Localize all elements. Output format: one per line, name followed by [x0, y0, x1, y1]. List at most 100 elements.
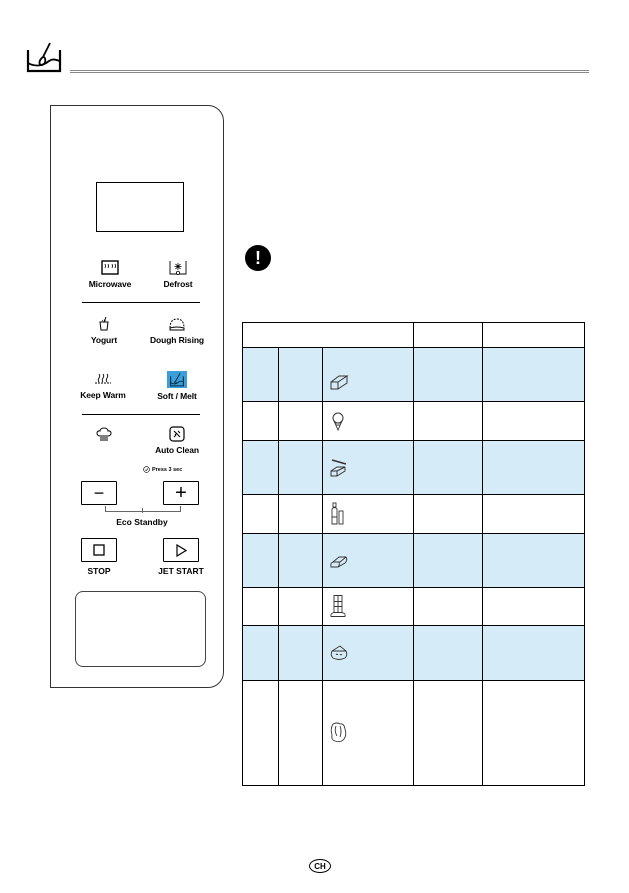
- table-cell: [242, 587, 279, 626]
- cheese-icon: [330, 645, 348, 660]
- table-row: [242, 625, 585, 681]
- table-cell: [278, 401, 323, 441]
- defrost-label: Defrost: [163, 279, 193, 289]
- table-cell: [482, 347, 585, 402]
- jet-start-label: JET START: [158, 566, 204, 576]
- table-cell: [482, 494, 585, 534]
- plus-button[interactable]: +: [163, 481, 199, 505]
- table-row: [242, 680, 585, 786]
- keep-warm-icon: [95, 373, 111, 384]
- table-cell: [413, 440, 483, 495]
- table-cell: [278, 533, 323, 588]
- table-cell: [242, 533, 279, 588]
- table-cell: [322, 347, 414, 402]
- table-cell: [413, 587, 483, 626]
- table-cell: [242, 625, 279, 681]
- yogurt-label: Yogurt: [90, 335, 118, 345]
- soft-melt-label: Soft / Melt: [157, 391, 197, 401]
- eco-standby-bracket: [105, 506, 181, 512]
- soft-melt-icon: [167, 371, 187, 388]
- dough-icon: [169, 318, 185, 331]
- minus-button[interactable]: −: [81, 481, 117, 505]
- header-rule: [70, 70, 589, 73]
- table-cell: [413, 680, 483, 786]
- yogurt-button[interactable]: Yogurt: [64, 316, 144, 345]
- table-cell: [482, 680, 585, 786]
- info-card-area: [75, 591, 206, 667]
- stop-label: STOP: [87, 566, 111, 576]
- table-cell: [322, 494, 414, 534]
- table-row: [242, 440, 585, 495]
- keep-warm-button[interactable]: Keep Warm: [63, 371, 143, 400]
- microwave-icon: [101, 260, 119, 275]
- table-cell: [322, 401, 414, 441]
- press-hint-text: Press 3 sec: [152, 466, 183, 473]
- marshmallow-icon: [330, 722, 347, 743]
- display-screen: [96, 182, 184, 232]
- soft-melt-icon: [26, 42, 62, 73]
- auto-clean-button[interactable]: Auto Clean: [137, 426, 217, 455]
- table-cell: [482, 401, 585, 441]
- stop-button[interactable]: [81, 538, 117, 562]
- table-cell: [322, 440, 414, 495]
- table-row: [242, 533, 585, 588]
- butter-knife-icon: [330, 458, 347, 476]
- table-cell: [278, 347, 323, 402]
- table-cell: [482, 587, 585, 626]
- chef-button[interactable]: [64, 426, 144, 442]
- butter-icon: [330, 375, 349, 389]
- cheese-block-icon: [330, 556, 348, 567]
- country-badge: CH: [309, 859, 331, 873]
- table-cell: [482, 533, 585, 588]
- table-row: [242, 587, 585, 626]
- stop-icon: [93, 544, 105, 556]
- timer-icon: [143, 466, 150, 473]
- dough-rising-label: Dough Rising: [149, 335, 205, 345]
- table-cell: [278, 494, 323, 534]
- keep-warm-label: Keep Warm: [80, 390, 126, 400]
- warning-icon: !: [245, 245, 271, 271]
- bottles-icon: [331, 502, 344, 525]
- soft-melt-button[interactable]: Soft / Melt: [137, 371, 217, 401]
- table-cell: [278, 440, 323, 495]
- table-cell: [322, 533, 414, 588]
- table-header-cell: [242, 322, 414, 348]
- table-header-row: [242, 322, 585, 348]
- table-cell: [413, 347, 483, 402]
- table-cell: [482, 625, 585, 681]
- plus-icon: +: [175, 482, 187, 504]
- panel-divider: [82, 414, 200, 415]
- table-cell: [278, 680, 323, 786]
- yogurt-icon: [99, 316, 109, 331]
- table-row: [242, 494, 585, 534]
- auto-clean-icon: [169, 426, 185, 442]
- minus-icon: −: [93, 483, 105, 503]
- table-cell: [278, 587, 323, 626]
- dough-rising-button[interactable]: Dough Rising: [137, 316, 217, 345]
- table-row: [242, 347, 585, 402]
- defrost-icon: [169, 261, 187, 275]
- jet-start-button[interactable]: [163, 538, 199, 562]
- warning-symbol: !: [255, 247, 261, 268]
- eco-standby-label: Eco Standby: [116, 517, 168, 527]
- press-hint: Press 3 sec: [143, 466, 182, 473]
- table-header-cell: [413, 322, 483, 348]
- table-cell: [322, 625, 414, 681]
- auto-clean-label: Auto Clean: [155, 445, 199, 455]
- table-cell: [413, 625, 483, 681]
- chef-hat-icon: [96, 427, 112, 441]
- table-cell: [413, 533, 483, 588]
- food-table: [242, 322, 585, 786]
- table-cell: [242, 680, 279, 786]
- table-cell: [322, 587, 414, 626]
- table-header-cell: [482, 322, 585, 348]
- table-cell: [242, 440, 279, 495]
- table-row: [242, 401, 585, 441]
- eco-standby-bracket-tick: [142, 508, 143, 513]
- table-cell: [242, 494, 279, 534]
- table-cell: [278, 625, 323, 681]
- ice-cream-icon: [332, 412, 344, 431]
- defrost-button[interactable]: Defrost: [138, 260, 218, 289]
- table-cell: [242, 347, 279, 402]
- table-cell: [482, 440, 585, 495]
